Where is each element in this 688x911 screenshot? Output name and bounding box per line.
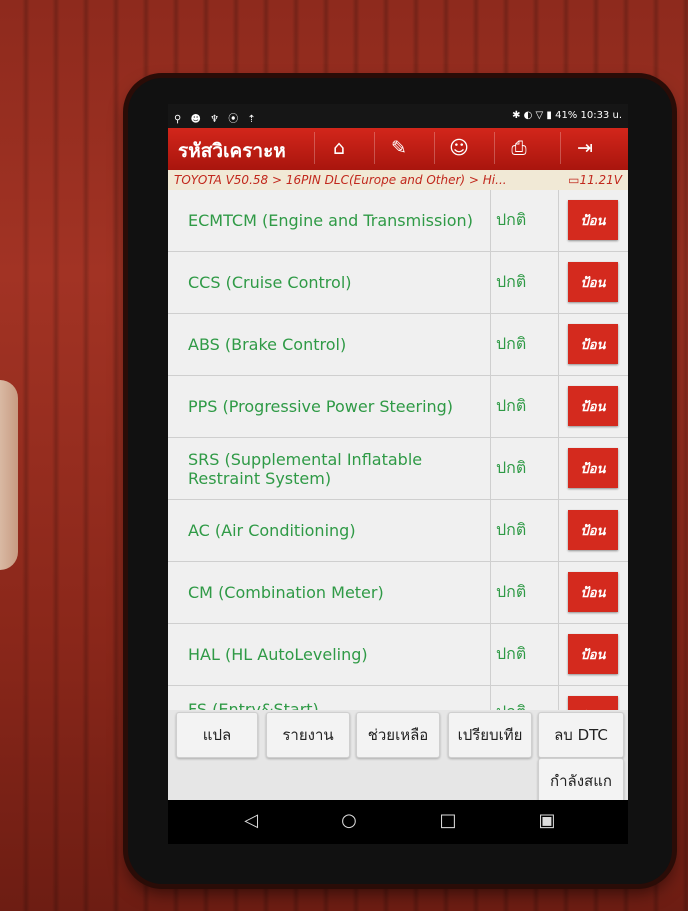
breadcrumb-path: TOYOTA V50.58 > 16PIN DLC(Europe and Oth… <box>174 173 507 187</box>
enter-button[interactable]: ป้อน <box>568 572 618 612</box>
support-button[interactable]: ☺ <box>434 132 483 164</box>
system-status: ปกติ <box>496 334 527 353</box>
home-button[interactable]: ⌂ <box>314 132 363 164</box>
list-item: ABS (Brake Control) ปกติ ป้อน <box>168 314 628 376</box>
status-bar: ⚲ ☻ ♆ ⦿ ⇡ ✱ ◐ ▽ ▮ 41% 10:33 u. <box>168 104 628 128</box>
edit-button[interactable]: ✎ <box>374 132 423 164</box>
system-name: AC (Air Conditioning) <box>188 521 356 540</box>
bottom-action-bar: แปล รายงาน ช่วยเหลือ เปรียบเทีย ลบ DTC ก… <box>168 710 628 804</box>
screenshot-icon[interactable]: ▣ <box>532 810 562 831</box>
report-button[interactable]: รายงาน <box>266 712 350 758</box>
system-name: CM (Combination Meter) <box>188 583 384 602</box>
enter-button[interactable]: ป้อน <box>568 200 618 240</box>
system-name: PPS (Progressive Power Steering) <box>188 397 454 416</box>
status-right: ✱ ◐ ▽ ▮ 41% 10:33 u. <box>512 110 622 121</box>
breadcrumb: TOYOTA V50.58 > 16PIN DLC(Europe and Oth… <box>168 170 628 190</box>
clear-dtc-button[interactable]: ลบ DTC <box>538 712 624 758</box>
list-item: ECMTCM (Engine and Transmission) ปกติ ป้… <box>168 190 628 252</box>
system-status: ปกติ <box>496 686 554 710</box>
scanning-button[interactable]: กำลังสแก <box>538 758 624 804</box>
print-icon: ⎙ <box>511 137 527 159</box>
translate-button[interactable]: แปล <box>176 712 258 758</box>
list-item: CM (Combination Meter) ปกติ ป้อน <box>168 562 628 624</box>
battery-icon: ▭ <box>568 173 580 187</box>
system-name: ECMTCM (Engine and Transmission) <box>188 211 473 230</box>
exit-icon: ⇥ <box>577 137 593 159</box>
status-left-icons: ⚲ ☻ ♆ ⦿ ⇡ <box>174 114 259 125</box>
list-item: HAL (HL AutoLeveling) ปกติ ป้อน <box>168 624 628 686</box>
enter-button[interactable]: ป้อน <box>568 634 618 674</box>
edit-icon: ✎ <box>391 137 407 159</box>
system-status: ปกติ <box>496 272 527 291</box>
system-status: ปกติ <box>496 210 527 229</box>
enter-button[interactable]: ป้อน <box>568 510 618 550</box>
list-item: FS (Entry&Start) ปกติ ป้อน <box>168 686 628 710</box>
system-name: FS (Entry&Start) <box>188 700 319 710</box>
system-status: ปกติ <box>496 644 527 663</box>
print-button[interactable]: ⎙ <box>494 132 543 164</box>
list-item: SRS (Supplemental Inflatable Restraint S… <box>168 438 628 500</box>
page-title: รหัสวิเคราะห <box>178 140 286 162</box>
home-icon: ⌂ <box>332 137 346 159</box>
system-status: ปกติ <box>496 520 527 539</box>
list-item: AC (Air Conditioning) ปกติ ป้อน <box>168 500 628 562</box>
battery-voltage: ▭11.21V <box>568 170 622 190</box>
recent-apps-icon[interactable]: □ <box>433 810 463 831</box>
android-nav-bar: ◁ ○ □ ▣ <box>168 800 628 844</box>
system-name: ABS (Brake Control) <box>188 335 347 354</box>
voltage-value: 11.21V <box>579 173 622 187</box>
system-status: ปกติ <box>496 396 527 415</box>
list-item: CCS (Cruise Control) ปกติ ป้อน <box>168 252 628 314</box>
system-name: SRS (Supplemental Inflatable Restraint S… <box>188 449 423 488</box>
enter-button[interactable]: ป้อน <box>568 262 618 302</box>
system-list: ECMTCM (Engine and Transmission) ปกติ ป้… <box>168 190 628 710</box>
enter-button[interactable]: ป้อน <box>568 386 618 426</box>
tablet-screen: ⚲ ☻ ♆ ⦿ ⇡ ✱ ◐ ▽ ▮ 41% 10:33 u. รหัสวิเคร… <box>168 104 628 844</box>
back-icon[interactable]: ◁ <box>236 810 266 831</box>
enter-button[interactable]: ป้อน <box>568 324 618 364</box>
compare-button[interactable]: เปรียบเทีย <box>448 712 532 758</box>
system-name: HAL (HL AutoLeveling) <box>188 645 368 664</box>
support-icon: ☺ <box>449 137 469 159</box>
home-nav-icon[interactable]: ○ <box>334 810 364 831</box>
exit-button[interactable]: ⇥ <box>560 132 609 164</box>
system-status: ปกติ <box>496 458 527 477</box>
enter-button[interactable]: ป้อน <box>568 448 618 488</box>
list-item: PPS (Progressive Power Steering) ปกติ ป้… <box>168 376 628 438</box>
help-button[interactable]: ช่วยเหลือ <box>356 712 440 758</box>
app-toolbar: รหัสวิเคราะห ⌂ ✎ ☺ ⎙ ⇥ <box>168 128 628 170</box>
enter-button[interactable]: ป้อน <box>568 696 618 710</box>
thumb <box>0 380 18 570</box>
system-status: ปกติ <box>496 582 527 601</box>
system-name: CCS (Cruise Control) <box>188 273 352 292</box>
